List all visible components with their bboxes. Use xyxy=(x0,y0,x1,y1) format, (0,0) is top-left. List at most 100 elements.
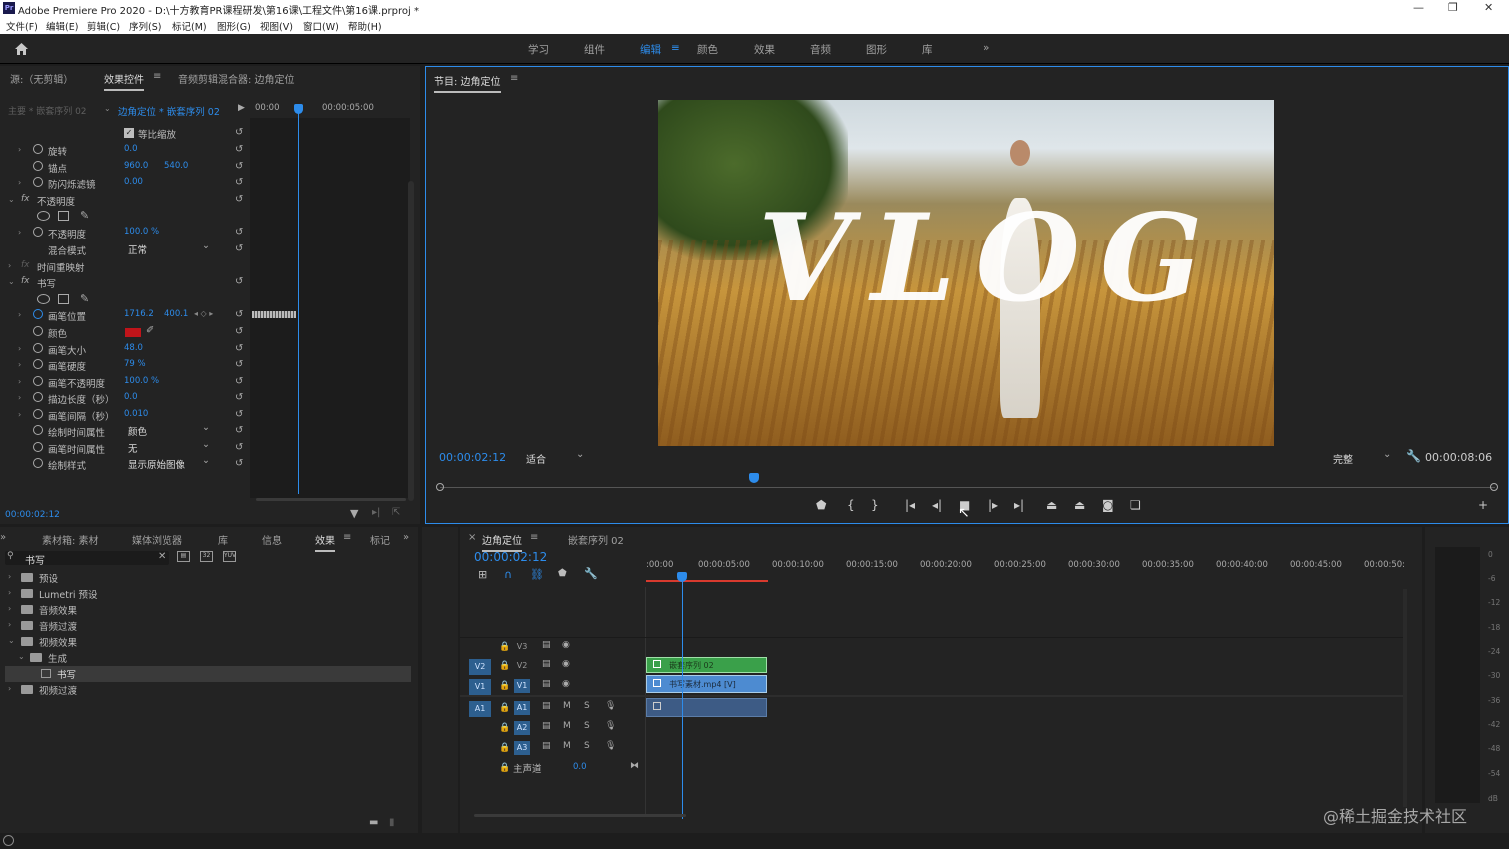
reset-icon[interactable]: ↺ xyxy=(235,376,243,387)
tab-overflow-icon[interactable]: » xyxy=(403,532,409,543)
reset-icon[interactable]: ↺ xyxy=(235,442,243,453)
timeline-vscroll[interactable] xyxy=(1403,589,1407,807)
track-v2[interactable]: V2 🔒 V2 ▤ ◉ xyxy=(466,658,646,678)
keyframe-strip[interactable] xyxy=(252,311,296,318)
ec-section-time-remap[interactable]: › fx 时间重映射 xyxy=(0,259,250,275)
master-volume-value[interactable]: 0.0 xyxy=(573,762,587,772)
track-label[interactable]: V3 xyxy=(514,640,530,654)
ec-mini-timeline[interactable] xyxy=(250,118,410,498)
timeline-settings-icon[interactable]: 🔧 xyxy=(584,567,598,580)
pen-mask-icon[interactable]: ✎ xyxy=(80,292,89,305)
source-patch-v1[interactable]: V1 xyxy=(469,679,491,695)
stopwatch-icon[interactable] xyxy=(33,359,43,369)
tab-libraries[interactable]: 库 xyxy=(218,532,228,547)
tab-markers[interactable]: 标记 xyxy=(370,532,390,547)
lock-icon[interactable]: 🔒 xyxy=(499,723,510,733)
stopwatch-active-icon[interactable] xyxy=(33,309,43,319)
nest-toggle-icon[interactable]: ⊞ xyxy=(478,568,487,581)
workspace-color[interactable]: 颜色 xyxy=(697,42,718,57)
track-label[interactable]: V1 xyxy=(514,679,530,693)
panel-menu-icon[interactable]: ≡ xyxy=(343,532,351,543)
lock-icon[interactable]: 🔒 xyxy=(499,681,510,691)
program-monitor-title[interactable]: 节目: 边角定位 xyxy=(434,73,501,93)
tree-audio-transitions[interactable]: › 音频过渡 xyxy=(0,618,415,634)
rectangle-mask-icon[interactable] xyxy=(58,294,69,304)
reset-icon[interactable]: ↺ xyxy=(235,243,243,254)
microphone-icon[interactable]: 🎙 xyxy=(605,721,616,731)
ec-section-write[interactable]: ⌄ fx 书写 ↺ xyxy=(0,275,250,291)
lock-icon[interactable]: 🔒 xyxy=(499,743,510,753)
stopwatch-icon[interactable] xyxy=(33,343,43,353)
mute-button[interactable]: M xyxy=(563,721,571,731)
lock-icon[interactable]: 🔒 xyxy=(499,661,510,671)
scrubber-end-handle[interactable] xyxy=(1490,483,1498,491)
rotation-value[interactable]: 0.0 xyxy=(124,144,138,154)
track-master[interactable]: 🔒 主声道 0.0 ⧓ xyxy=(466,760,646,780)
reset-icon[interactable]: ↺ xyxy=(235,144,243,155)
stopwatch-icon[interactable] xyxy=(33,326,43,336)
track-label[interactable]: A2 xyxy=(514,721,530,735)
brush-opacity-value[interactable]: 100.0 % xyxy=(124,376,159,386)
menu-graphics[interactable]: 图形(G) xyxy=(217,19,251,33)
color-swatch[interactable] xyxy=(125,328,141,337)
tree-video-effects[interactable]: ⌄ 视频效果 xyxy=(0,634,415,650)
clip-dropdown-icon[interactable]: ⌄ xyxy=(104,104,111,113)
export-frame-icon[interactable]: ◙ xyxy=(1102,498,1114,512)
stopwatch-icon[interactable] xyxy=(33,376,43,386)
stopwatch-icon[interactable] xyxy=(33,392,43,402)
close-tab-icon[interactable]: × xyxy=(468,532,476,543)
tab-media-browser[interactable]: 媒体浏览器 xyxy=(132,532,182,547)
step-back-icon[interactable]: ◂| xyxy=(932,498,942,512)
reset-icon[interactable]: ↺ xyxy=(235,425,243,436)
ec-scrollbar[interactable] xyxy=(408,181,414,501)
go-to-end-icon[interactable]: ⧓ xyxy=(630,761,639,771)
reset-icon[interactable]: ↺ xyxy=(235,276,243,287)
reset-icon[interactable]: ↺ xyxy=(235,309,243,320)
reset-icon[interactable]: ↺ xyxy=(235,343,243,354)
close-button[interactable]: ✕ xyxy=(1484,1,1493,14)
reset-icon[interactable]: ↺ xyxy=(235,227,243,238)
menu-sequence[interactable]: 序列(S) xyxy=(129,19,161,33)
anchor-x-value[interactable]: 960.0 xyxy=(124,161,148,171)
solo-button[interactable]: S xyxy=(584,701,590,711)
reset-icon[interactable]: ↺ xyxy=(235,127,243,138)
mark-in-icon[interactable]: { xyxy=(847,498,855,512)
minimize-button[interactable]: — xyxy=(1413,1,1424,14)
timeline-ruler[interactable]: :00:00 00:00:05:00 00:00:10:00 00:00:15:… xyxy=(646,560,1406,582)
track-v1[interactable]: V1 🔒 V1 ▤ ◉ xyxy=(466,678,646,698)
filter-icon[interactable]: ▼ xyxy=(350,507,358,520)
eye-icon[interactable]: ◉ xyxy=(562,679,570,689)
program-timecode[interactable]: 00:00:02:12 xyxy=(439,451,506,464)
menu-view[interactable]: 视图(V) xyxy=(260,19,293,33)
fx-icon[interactable]: fx xyxy=(21,194,30,204)
stopwatch-icon[interactable] xyxy=(33,442,43,452)
lock-icon[interactable]: 🔒 xyxy=(499,703,510,713)
solo-button[interactable]: S xyxy=(584,721,590,731)
new-bin-icon[interactable]: ▬ xyxy=(369,817,378,828)
comparison-view-icon[interactable]: ❏ xyxy=(1130,498,1141,512)
accelerated-effects-icon[interactable]: ▤ xyxy=(177,551,190,562)
sync-lock-icon[interactable]: ▤ xyxy=(542,741,551,751)
program-scrubber[interactable] xyxy=(440,487,1495,488)
tree-video-transitions[interactable]: › 视频过渡 xyxy=(0,682,415,698)
track-label[interactable]: A3 xyxy=(514,741,530,755)
tree-generate[interactable]: ⌄ 生成 xyxy=(0,650,415,666)
ec-playhead-handle[interactable] xyxy=(294,104,303,114)
stopwatch-icon[interactable] xyxy=(33,161,43,171)
master-clip-label[interactable]: 主要 * 嵌套序列 02 xyxy=(8,104,87,117)
brush-position-x[interactable]: 1716.2 xyxy=(124,309,154,319)
linked-selection-icon[interactable]: ⛓ xyxy=(530,568,544,581)
go-to-out-icon[interactable]: ▸| xyxy=(1014,498,1024,512)
solo-button[interactable]: S xyxy=(584,741,590,751)
sync-lock-icon[interactable]: ▤ xyxy=(542,640,551,650)
track-a1[interactable]: A1 🔒 A1 ▤ M S 🎙 xyxy=(466,700,646,720)
ec-zoom-bar[interactable] xyxy=(256,498,406,501)
microphone-icon[interactable]: 🎙 xyxy=(605,701,616,711)
stopwatch-icon[interactable] xyxy=(33,425,43,435)
workspace-audio[interactable]: 音频 xyxy=(810,42,831,57)
reset-icon[interactable]: ↺ xyxy=(235,161,243,172)
timeline-zoom-bar[interactable] xyxy=(474,814,686,817)
zoom-fit-dropdown[interactable]: 适合 ⌄ xyxy=(526,449,586,466)
tab-sequence-corner-pin[interactable]: 边角定位 xyxy=(482,532,522,552)
tab-sequence-nested-02[interactable]: 嵌套序列 02 xyxy=(568,532,624,547)
